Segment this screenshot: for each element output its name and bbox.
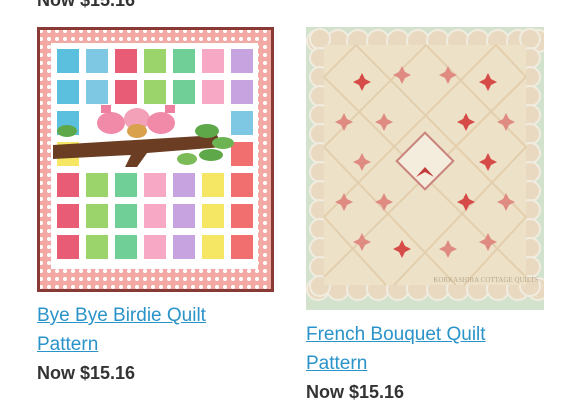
french-bouquet-quilt-image: KORKASHIRA COTTAGE QUILTS — [306, 27, 544, 310]
product-title-line2: Pattern — [37, 334, 99, 355]
product-title-line1: French Bouquet Quilt — [306, 324, 486, 345]
product-price: Now $15.16 — [37, 363, 136, 383]
product-price: Now $15.16 — [306, 382, 405, 402]
product-title-link[interactable]: French Bouquet Quilt Pattern — [306, 320, 546, 378]
product-image-link[interactable] — [37, 27, 274, 292]
product-image-link[interactable]: KORKASHIRA COTTAGE QUILTS — [306, 27, 544, 310]
product-title-link[interactable]: Bye Bye Birdie Quilt Pattern — [37, 301, 277, 359]
product-title-line2: Pattern — [306, 353, 368, 374]
previous-product-price: Now $15.16 — [37, 0, 136, 10]
product-card-french-bouquet: KORKASHIRA COTTAGE QUILTS French Bouquet… — [306, 27, 546, 407]
bye-bye-birdie-quilt-image — [37, 27, 274, 292]
product-title-line1: Bye Bye Birdie Quilt — [37, 305, 206, 326]
quilt-watermark: KORKASHIRA COTTAGE QUILTS — [433, 276, 538, 284]
product-card-bye-bye-birdie: Bye Bye Birdie Quilt Pattern Now $15.16 — [37, 27, 277, 388]
